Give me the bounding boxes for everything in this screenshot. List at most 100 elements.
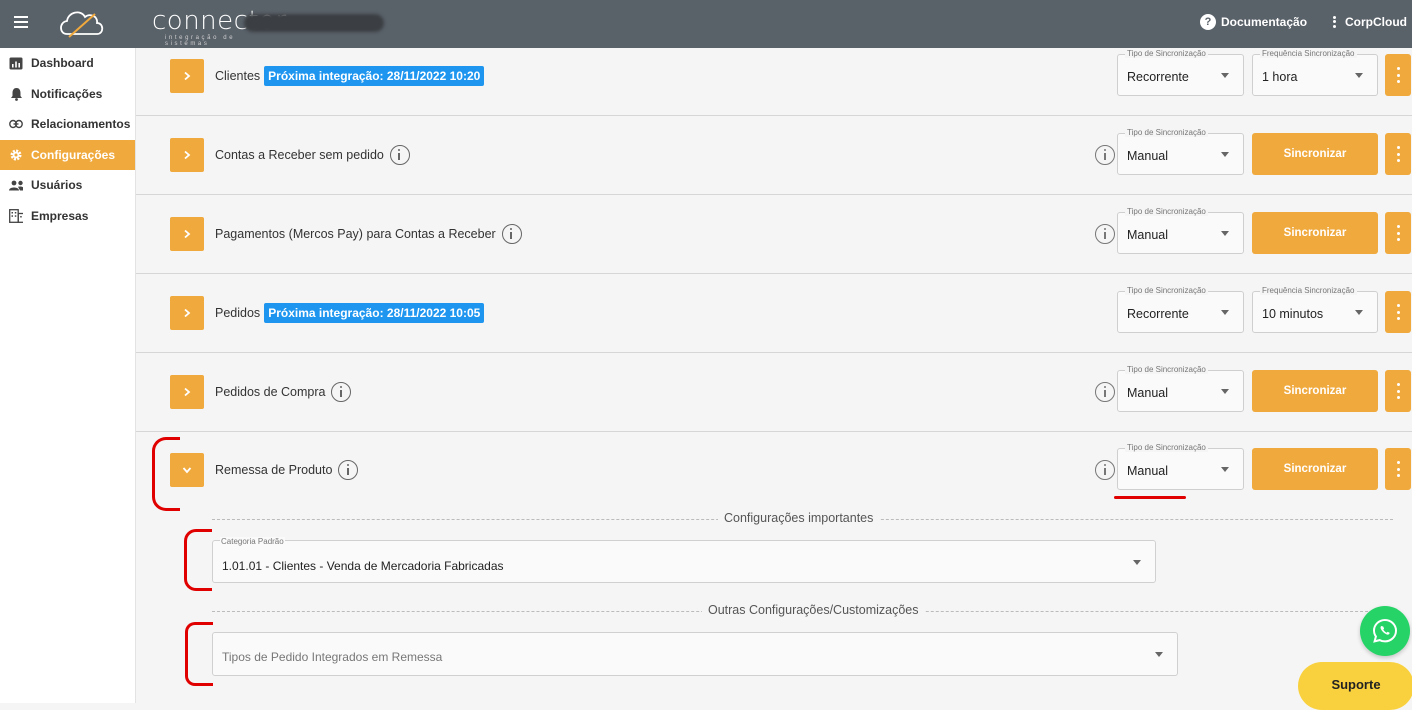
sync-frequency-select[interactable]: Frequência Sincronização 10 minutos	[1252, 286, 1378, 333]
row-label: Remessa de Produto	[215, 463, 333, 477]
info-icon[interactable]	[1095, 382, 1115, 402]
annotation-bracket	[184, 529, 212, 591]
next-integration-badge: Próxima integração: 28/11/2022 10:20	[264, 66, 485, 86]
sync-button[interactable]: Sincronizar	[1252, 448, 1378, 490]
expand-button[interactable]	[170, 375, 204, 409]
logo-subtitle: integração de sistemas	[165, 35, 236, 47]
chevron-down-icon	[1221, 467, 1229, 472]
section-title-other: Outras Configurações/Customizações	[702, 603, 925, 617]
more-vert-icon	[1333, 14, 1337, 29]
default-category-value: 1.01.01 - Clientes - Venda de Mercadoria…	[222, 559, 504, 573]
sync-type-label: Tipo de Sincronização	[1125, 443, 1208, 452]
order-types-select[interactable]: Tipos de Pedido Integrados em Remessa	[212, 632, 1178, 676]
expand-button[interactable]	[170, 217, 204, 251]
info-icon[interactable]	[1095, 460, 1115, 480]
info-icon[interactable]	[338, 460, 359, 480]
expand-button[interactable]	[170, 59, 204, 93]
integration-row-pagamentos: Pagamentos (Mercos Pay) para Contas a Re…	[136, 195, 1412, 274]
info-icon[interactable]	[501, 224, 522, 244]
sync-type-select[interactable]: Tipo de Sincronização Manual	[1117, 443, 1244, 490]
annotation-bracket	[152, 437, 180, 511]
sync-type-label: Tipo de Sincronização	[1125, 365, 1208, 374]
info-icon[interactable]	[331, 382, 352, 402]
chevron-down-icon	[1221, 310, 1229, 315]
integration-row-contas-a-receber: Contas a Receber sem pedido Tipo de Sinc…	[136, 116, 1412, 195]
sync-type-label: Tipo de Sincronização	[1125, 286, 1208, 295]
default-category-select[interactable]: Categoria Padrão 1.01.01 - Clientes - Ve…	[212, 537, 1156, 583]
info-icon[interactable]	[389, 145, 410, 165]
more-options-button[interactable]	[1385, 291, 1411, 333]
sidebar-item-label: Configurações	[31, 147, 116, 162]
sidebar-item-empresas[interactable]: Empresas	[0, 201, 135, 232]
sync-type-value: Manual	[1127, 386, 1168, 400]
sidebar-item-dashboard[interactable]: Dashboard	[0, 48, 135, 79]
sidebar-item-label: Relacionamentos	[31, 117, 131, 132]
integration-row-clientes: Clientes Próxima integração: 28/11/2022 …	[136, 48, 1412, 116]
account-menu[interactable]: CorpCloud	[1333, 14, 1407, 29]
help-icon: ?	[1200, 14, 1216, 30]
sidebar-item-configuracoes[interactable]: Configurações	[0, 139, 135, 170]
annotation-underline	[1114, 496, 1186, 499]
top-bar: connector integração de sistemas ? Docum…	[0, 0, 1412, 48]
sidebar-item-label: Notificações	[31, 86, 103, 101]
sidebar-item-relacionamentos[interactable]: Relacionamentos	[0, 109, 135, 140]
logo: connector integração de sistemas	[57, 2, 286, 47]
expand-button[interactable]	[170, 296, 204, 330]
order-types-placeholder: Tipos de Pedido Integrados em Remessa	[222, 650, 443, 664]
documentation-link[interactable]: ? Documentação	[1200, 14, 1307, 30]
chevron-down-icon	[1133, 560, 1141, 565]
info-icon[interactable]	[1095, 224, 1115, 244]
sync-type-label: Tipo de Sincronização	[1125, 207, 1208, 216]
chevron-down-icon	[1221, 73, 1229, 78]
sidebar-item-usuarios[interactable]: Usuários	[0, 170, 135, 201]
more-options-button[interactable]	[1385, 370, 1411, 412]
integration-row-pedidos: Pedidos Próxima integração: 28/11/2022 1…	[136, 274, 1412, 353]
more-options-button[interactable]	[1385, 133, 1411, 175]
default-category-label: Categoria Padrão	[220, 537, 285, 546]
building-icon	[9, 208, 23, 223]
sync-frequency-value: 1 hora	[1262, 70, 1298, 84]
sync-type-select[interactable]: Tipo de Sincronização Manual	[1117, 207, 1244, 254]
chevron-down-icon	[1221, 389, 1229, 394]
sync-type-value: Manual	[1127, 464, 1168, 478]
sync-type-select[interactable]: Tipo de Sincronização Manual	[1117, 365, 1244, 412]
sidebar: Dashboard Notificações Relacionamentos C…	[0, 48, 136, 703]
whatsapp-button[interactable]	[1360, 606, 1410, 656]
more-options-button[interactable]	[1385, 212, 1411, 254]
whatsapp-icon	[1372, 618, 1398, 643]
sidebar-item-notificacoes[interactable]: Notificações	[0, 79, 135, 110]
sync-type-select[interactable]: Tipo de Sincronização Recorrente	[1117, 286, 1244, 333]
more-options-button[interactable]	[1385, 54, 1411, 96]
hamburger-menu-icon[interactable]	[10, 13, 32, 35]
integration-row-pedidos-de-compra: Pedidos de Compra Tipo de Sincronização …	[136, 353, 1412, 432]
annotation-bracket	[185, 622, 213, 686]
sync-type-select[interactable]: Tipo de Sincronização Manual	[1117, 128, 1244, 175]
users-icon	[9, 178, 23, 192]
row-label: Contas a Receber sem pedido	[215, 148, 384, 162]
sidebar-item-label: Empresas	[31, 208, 89, 223]
next-integration-badge: Próxima integração: 28/11/2022 10:05	[264, 303, 485, 323]
sidebar-item-label: Dashboard	[31, 56, 94, 71]
row-label: Pedidos de Compra	[215, 385, 326, 399]
sync-button[interactable]: Sincronizar	[1252, 133, 1378, 175]
bell-icon	[9, 87, 23, 101]
cloud-logo-icon	[60, 11, 104, 38]
sync-type-select[interactable]: Tipo de Sincronização Recorrente	[1117, 49, 1244, 96]
redacted-company-name	[244, 14, 384, 32]
main-content: Clientes Próxima integração: 28/11/2022 …	[136, 48, 1412, 703]
sync-button[interactable]: Sincronizar	[1252, 370, 1378, 412]
account-label: CorpCloud	[1345, 14, 1407, 29]
sync-button[interactable]: Sincronizar	[1252, 212, 1378, 254]
sync-type-value: Manual	[1127, 149, 1168, 163]
sync-type-value: Recorrente	[1127, 307, 1189, 321]
expand-button[interactable]	[170, 138, 204, 172]
more-options-button[interactable]	[1385, 448, 1411, 490]
chevron-down-icon	[1221, 231, 1229, 236]
sync-frequency-label: Frequência Sincronização	[1260, 49, 1357, 58]
info-icon[interactable]	[1095, 145, 1115, 165]
chevron-down-icon	[1355, 310, 1363, 315]
section-title-important: Configurações importantes	[718, 511, 880, 525]
sync-type-label: Tipo de Sincronização	[1125, 128, 1208, 137]
sync-frequency-select[interactable]: Frequência Sincronização 1 hora	[1252, 49, 1378, 96]
chevron-down-icon	[1355, 73, 1363, 78]
